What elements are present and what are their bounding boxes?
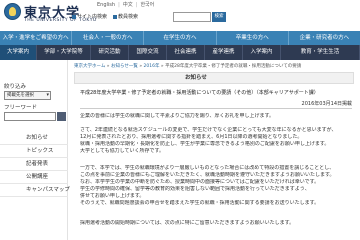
nav-prospective[interactable]: 入学・進学をご希望の方へ xyxy=(0,31,73,45)
page-title: 平成28年度大学卒業・修了予定者の就職・採用活動についての要請（その他）（本部キ… xyxy=(80,90,319,96)
keyword-label: フリーワード xyxy=(4,105,38,111)
nav-education[interactable]: 教育・学生生活 xyxy=(281,45,360,60)
primary-nav: 入学・進学をご希望の方へ 社会人・一般の方へ 在学生の方へ 卒業生の方へ 企業・… xyxy=(0,31,360,45)
utility-links: サイト内検索 教員検索 xyxy=(72,13,138,20)
category-select[interactable]: 掲載先を選択 xyxy=(4,91,51,100)
nav-faculties[interactable]: 学部・大学院等 xyxy=(37,45,91,60)
keyword-input[interactable] xyxy=(4,112,56,121)
text-line: 就職・採用活動の早期化・長期化を防止し、学生が学業に専念できるよう格別のご配慮を… xyxy=(80,141,330,147)
divider xyxy=(80,108,352,109)
nav-companies[interactable]: 企業・研究者の方へ xyxy=(289,31,360,45)
sidebar-item-lectures[interactable]: 公開講座 xyxy=(0,171,68,184)
paragraph-4: 採用選考活動の開始時期については、次の点に特にご留意いただきますようお願いいたし… xyxy=(80,220,352,227)
text-line: 学生の学修時間の確保、留学等の教育的効果を阻害しない範囲で採用活動を行っていただ… xyxy=(80,186,310,192)
keyword-search-button[interactable] xyxy=(57,112,66,121)
post-date: 2016年03月14日掲載 xyxy=(301,101,352,107)
nav-students[interactable]: 在学生の方へ xyxy=(144,31,217,45)
sidebar-item-news[interactable]: お知らせ xyxy=(0,132,68,145)
site-search-label: サイト内検索 xyxy=(77,14,108,20)
search-input[interactable] xyxy=(173,12,211,22)
nav-social[interactable]: 社会連携 xyxy=(167,45,205,60)
nav-about[interactable]: 大学案内 xyxy=(0,45,37,60)
lang-korean[interactable]: 한국어 xyxy=(140,1,154,8)
text-line: そのうえで、就職問題懇談会の申合せを踏まえた学生の就職・採用活動に関する要請をお… xyxy=(80,200,320,206)
separator: | xyxy=(118,1,120,8)
radio-icon xyxy=(113,14,118,19)
nav-research[interactable]: 研究活動 xyxy=(91,45,129,60)
sidebar: 絞り込み 掲載先を選択 フリーワード お知らせ トピックス 記者発表 公開講座 … xyxy=(0,60,70,240)
text-line: さて、2年連続となる就活スケジュールの変更で、学生だけでなく企業にとっても大変な… xyxy=(80,127,337,133)
nav-international[interactable]: 国際交流 xyxy=(129,45,167,60)
text-line: 12月に発表されたとおり、採用選考に関する指針を踏まえ、6月1日以降の選考開始と… xyxy=(80,134,303,140)
paragraph-2: さて、2年連続となる就活スケジュールの変更で、学生だけでなく企業にとっても大変な… xyxy=(80,127,352,155)
language-switcher: English | 中文 | 한국어 xyxy=(97,1,154,9)
radio-icon xyxy=(72,14,76,19)
search-button[interactable]: 検索 xyxy=(212,12,226,22)
lang-english[interactable]: English xyxy=(97,2,115,8)
site-search-radio[interactable]: サイト内検索 xyxy=(72,13,107,20)
breadcrumb-year[interactable]: 2016年 xyxy=(144,64,160,69)
text-line: 企業の皆様には学生の就職に関して平素よりご協力を賜り、厚くお礼を申し上げます。 xyxy=(80,113,275,119)
nav-industry[interactable]: 産学連携 xyxy=(205,45,243,60)
text-line: なお、本学学生の学業の中断を防ぐため、授業時間中の面接等についてはご配慮をいただ… xyxy=(80,179,320,185)
paragraph-1: 企業の皆様には学生の就職に関して平素よりご協力を賜り、厚くお礼を申し上げます。 xyxy=(80,113,352,120)
text-line: 一方で、本学では、学生の就職環境がより一層厳しいものとなった場合には改めて特段の… xyxy=(80,165,335,171)
nav-admissions[interactable]: 入学案内 xyxy=(243,45,281,60)
breadcrumb-current: 平成28年度大学卒業・修了予定者の就職・採用活動についての要請 xyxy=(165,64,302,69)
site-header: 東京大学 THE UNIVERSITY OF TOKYO English | 中… xyxy=(0,0,360,31)
university-crest-icon[interactable] xyxy=(4,3,21,20)
breadcrumb: 東京大学ホーム » お知らせ一覧 » 2016年 » 平成28年度大学卒業・修了… xyxy=(74,64,302,69)
sidebar-item-topics[interactable]: トピックス xyxy=(0,145,68,158)
paragraph-3: 一方で、本学では、学生の就職環境がより一層厳しいものとなった場合には改めて特段の… xyxy=(80,165,352,207)
faculty-search-label: 教員検索 xyxy=(118,14,139,20)
nav-alumni[interactable]: 卒業生の方へ xyxy=(217,31,289,45)
panel-title: お知らせ xyxy=(74,72,354,84)
text-line: 採用選考活動の開始時期については、次の点に特にご留意いただきますようお願いいたし… xyxy=(80,220,295,226)
lang-chinese[interactable]: 中文 xyxy=(123,1,133,8)
text-line: 併せてお願い申し上げます。 xyxy=(80,193,145,199)
faculty-search-radio[interactable]: 教員検索 xyxy=(113,13,138,20)
text-line: この点を事前に企業の皆様にもご理解をいただきたく、就職活動時期を遵守いただきます… xyxy=(80,172,335,178)
sidebar-menu: お知らせ トピックス 記者発表 公開講座 キャンパスマップ xyxy=(0,132,70,197)
separator: | xyxy=(135,1,138,8)
sidebar-item-campus-map[interactable]: キャンパスマップ xyxy=(0,184,70,197)
sidebar-item-press[interactable]: 記者発表 xyxy=(0,158,68,171)
breadcrumb-news-list[interactable]: お知らせ一覧 xyxy=(111,64,138,69)
breadcrumb-home[interactable]: 東京大学ホーム xyxy=(74,64,105,69)
filter-title: 絞り込み xyxy=(4,84,27,90)
text-line: 大学としても協力していく所存です。 xyxy=(80,148,164,154)
secondary-nav: 大学案内 学部・大学院等 研究活動 国際交流 社会連携 産学連携 入学案内 教育… xyxy=(0,45,360,60)
nav-public[interactable]: 社会人・一般の方へ xyxy=(72,31,145,45)
